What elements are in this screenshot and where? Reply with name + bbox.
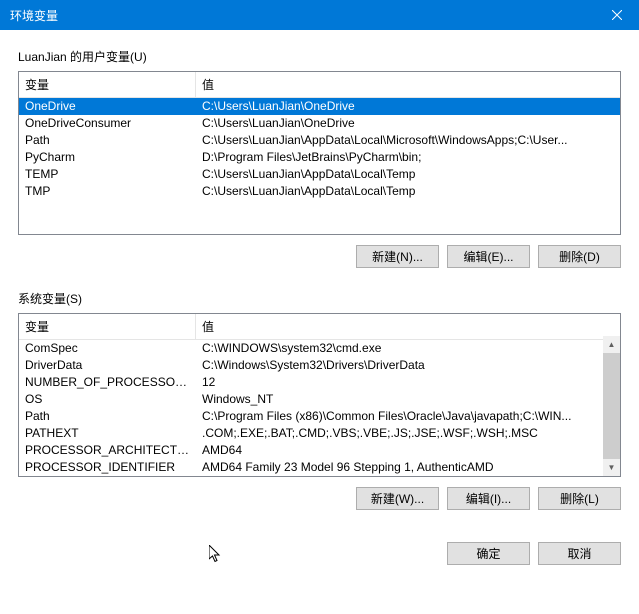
system-table-header: 变量 值	[19, 314, 620, 340]
table-row[interactable]: PATHEXT.COM;.EXE;.BAT;.CMD;.VBS;.VBE;.JS…	[19, 425, 603, 442]
table-row[interactable]: PathC:\Users\LuanJian\AppData\Local\Micr…	[19, 132, 620, 149]
window-title: 环境变量	[10, 7, 58, 24]
var-value-cell: C:\Users\LuanJian\AppData\Local\Microsof…	[196, 132, 620, 149]
var-value-cell: D:\Program Files\JetBrains\PyCharm\bin;	[196, 149, 620, 166]
table-row[interactable]: PROCESSOR_IDENTIFIERAMD64 Family 23 Mode…	[19, 459, 603, 476]
var-value-cell: C:\WINDOWS\system32\cmd.exe	[196, 340, 603, 357]
var-value-cell: Windows_NT	[196, 391, 603, 408]
system-vars-table[interactable]: 变量 值 ComSpecC:\WINDOWS\system32\cmd.exeD…	[18, 313, 621, 477]
var-name-cell: OS	[19, 391, 196, 408]
close-icon	[612, 10, 622, 20]
user-table-header: 变量 值	[19, 72, 620, 98]
var-name-cell: ComSpec	[19, 340, 196, 357]
table-row[interactable]: NUMBER_OF_PROCESSORS12	[19, 374, 603, 391]
var-name-cell: Path	[19, 408, 196, 425]
table-row[interactable]: PROCESSOR_ARCHITECTUREAMD64	[19, 442, 603, 459]
var-name-cell: Path	[19, 132, 196, 149]
table-row[interactable]: TMPC:\Users\LuanJian\AppData\Local\Temp	[19, 183, 620, 200]
var-name-cell: NUMBER_OF_PROCESSORS	[19, 374, 196, 391]
var-value-cell: C:\Users\LuanJian\OneDrive	[196, 98, 620, 115]
scroll-down-icon[interactable]: ▼	[603, 459, 620, 476]
user-vars-table[interactable]: 变量 值 OneDriveC:\Users\LuanJian\OneDriveO…	[18, 71, 621, 235]
cancel-button[interactable]: 取消	[538, 542, 621, 565]
var-value-cell: AMD64	[196, 442, 603, 459]
var-value-cell: C:\Users\LuanJian\OneDrive	[196, 115, 620, 132]
table-row[interactable]: OneDriveConsumerC:\Users\LuanJian\OneDri…	[19, 115, 620, 132]
titlebar: 环境变量	[0, 0, 639, 30]
var-value-cell: 12	[196, 374, 603, 391]
var-name-cell: PROCESSOR_ARCHITECTURE	[19, 442, 196, 459]
var-name-cell: OneDrive	[19, 98, 196, 115]
table-row[interactable]: OSWindows_NT	[19, 391, 603, 408]
close-button[interactable]	[594, 0, 639, 30]
var-name-cell: DriverData	[19, 357, 196, 374]
user-header-name[interactable]: 变量	[19, 72, 196, 97]
var-name-cell: PyCharm	[19, 149, 196, 166]
var-value-cell: C:\Users\LuanJian\AppData\Local\Temp	[196, 183, 620, 200]
system-edit-button[interactable]: 编辑(I)...	[447, 487, 530, 510]
table-row[interactable]: ComSpecC:\WINDOWS\system32\cmd.exe	[19, 340, 603, 357]
table-row[interactable]: DriverDataC:\Windows\System32\Drivers\Dr…	[19, 357, 603, 374]
system-header-value[interactable]: 值	[196, 314, 620, 339]
table-row[interactable]: PathC:\Program Files (x86)\Common Files\…	[19, 408, 603, 425]
table-row[interactable]: PyCharmD:\Program Files\JetBrains\PyChar…	[19, 149, 620, 166]
var-name-cell: PATHEXT	[19, 425, 196, 442]
user-edit-button[interactable]: 编辑(E)...	[447, 245, 530, 268]
ok-button[interactable]: 确定	[447, 542, 530, 565]
system-new-button[interactable]: 新建(W)...	[356, 487, 439, 510]
var-value-cell: C:\Users\LuanJian\AppData\Local\Temp	[196, 166, 620, 183]
var-name-cell: TMP	[19, 183, 196, 200]
user-header-value[interactable]: 值	[196, 72, 620, 97]
table-row[interactable]: OneDriveC:\Users\LuanJian\OneDrive	[19, 98, 620, 115]
scroll-up-icon[interactable]: ▲	[603, 336, 620, 353]
system-delete-button[interactable]: 删除(L)	[538, 487, 621, 510]
system-header-name[interactable]: 变量	[19, 314, 196, 339]
var-value-cell: C:\Program Files (x86)\Common Files\Orac…	[196, 408, 603, 425]
var-name-cell: OneDriveConsumer	[19, 115, 196, 132]
user-delete-button[interactable]: 删除(D)	[538, 245, 621, 268]
system-vars-label: 系统变量(S)	[18, 290, 621, 307]
table-row[interactable]: TEMPC:\Users\LuanJian\AppData\Local\Temp	[19, 166, 620, 183]
var-value-cell: .COM;.EXE;.BAT;.CMD;.VBS;.VBE;.JS;.JSE;.…	[196, 425, 603, 442]
var-name-cell: TEMP	[19, 166, 196, 183]
user-vars-label: LuanJian 的用户变量(U)	[18, 48, 621, 65]
var-value-cell: AMD64 Family 23 Model 96 Stepping 1, Aut…	[196, 459, 603, 476]
scrollbar-thumb[interactable]	[603, 353, 620, 463]
var-name-cell: PROCESSOR_IDENTIFIER	[19, 459, 196, 476]
user-new-button[interactable]: 新建(N)...	[356, 245, 439, 268]
var-value-cell: C:\Windows\System32\Drivers\DriverData	[196, 357, 603, 374]
